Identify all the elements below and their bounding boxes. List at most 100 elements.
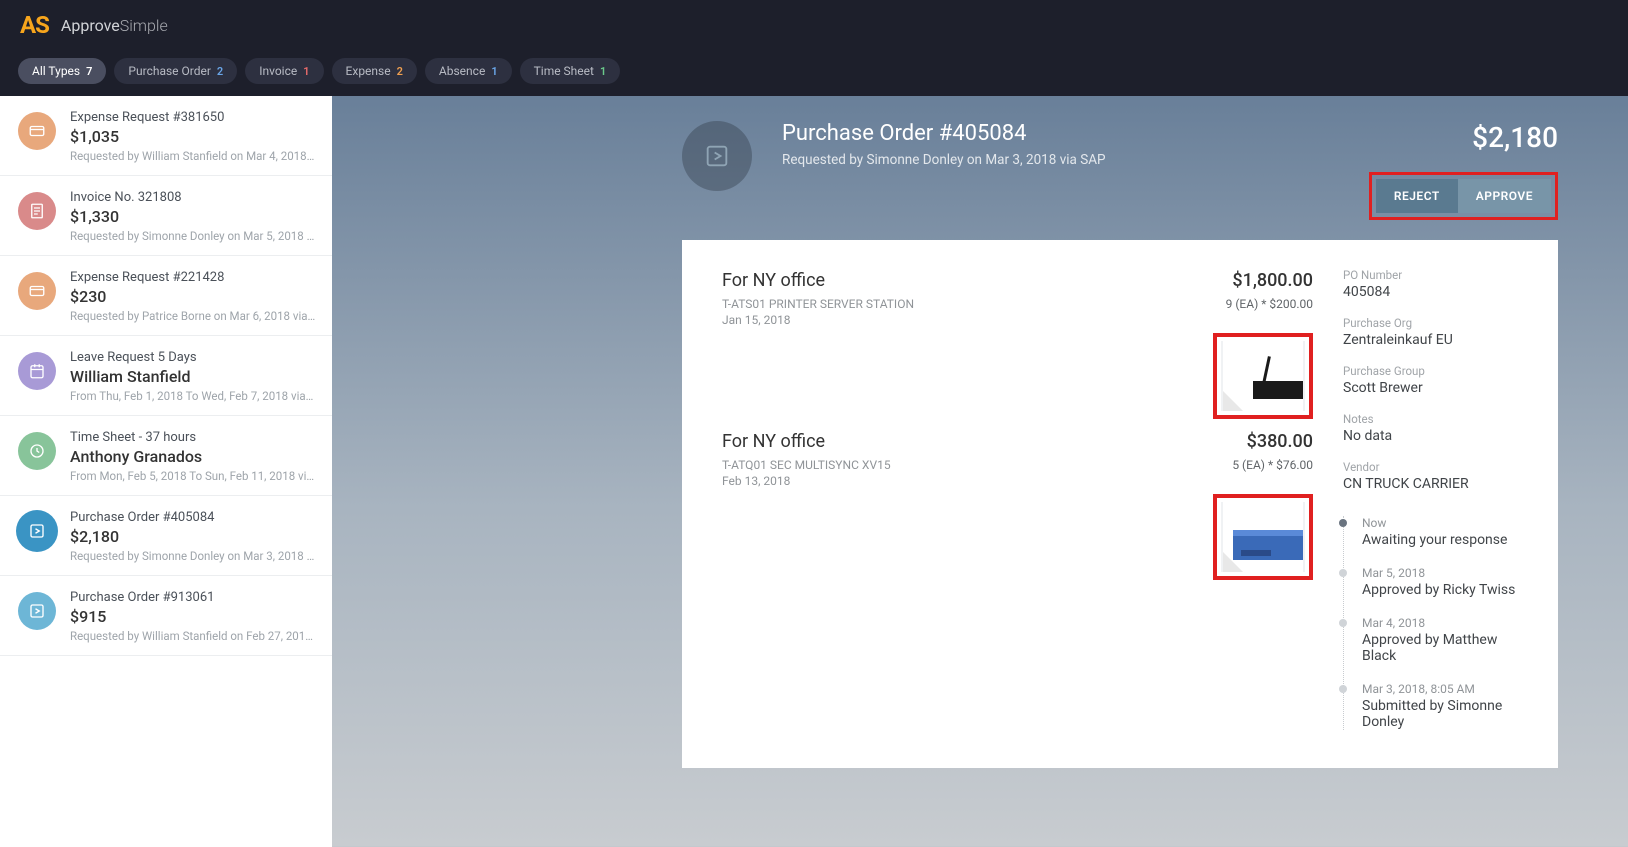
list-item-title: Expense Request #381650: [70, 110, 316, 125]
filter-chip-invoice[interactable]: Invoice1: [245, 58, 323, 84]
line-calc: 9 (EA) * $200.00: [1226, 297, 1313, 327]
top-bar: AS ApproveSimple: [0, 0, 1628, 50]
list-item-title: Invoice No. 321808: [70, 190, 316, 205]
filter-chip-all-types[interactable]: All Types 7: [18, 58, 106, 84]
approve-button[interactable]: APPROVE: [1458, 179, 1551, 213]
filter-chip-expense[interactable]: Expense2: [332, 58, 417, 84]
list-item-sub: Requested by Simonne Donley on Mar 3, 20…: [70, 549, 316, 563]
product-image[interactable]: [1221, 502, 1305, 572]
list-item-title: Leave Request 5 Days: [70, 350, 316, 365]
meta-field: Purchase Group Scott Brewer: [1343, 364, 1534, 396]
card-icon: [18, 272, 56, 310]
meta-value: Zentraleinkauf EU: [1343, 332, 1534, 348]
detail-panel: Purchase Order #405084 Requested by Simo…: [332, 96, 1628, 847]
meta-value: No data: [1343, 428, 1534, 444]
timeline: NowAwaiting your response Mar 5, 2018Appr…: [1343, 516, 1534, 730]
detail-type-icon: [682, 121, 752, 191]
line-amount: $1,800.00: [1232, 270, 1313, 291]
list-item-amount: $1,330: [70, 207, 316, 226]
chip-label: Invoice: [259, 64, 297, 78]
list-item-amount: $2,180: [70, 527, 316, 546]
brand-name-a: Approve: [61, 16, 120, 35]
chip-count: 1: [600, 65, 606, 78]
meta-field: Notes No data: [1343, 412, 1534, 444]
meta-label: Notes: [1343, 412, 1534, 426]
list-item[interactable]: Leave Request 5 Days William Stanfield F…: [0, 336, 332, 416]
detail-head-text: Purchase Order #405084 Requested by Simo…: [782, 121, 1339, 168]
meta-label: Purchase Org: [1343, 316, 1534, 330]
list-item-amount: Anthony Granados: [70, 447, 316, 466]
line-date: Jan 15, 2018: [722, 313, 914, 327]
brand-name-b: Simple: [120, 16, 168, 35]
chip-label: All Types: [32, 64, 80, 78]
chip-label: Absence: [439, 64, 485, 78]
reject-button[interactable]: REJECT: [1376, 179, 1458, 213]
chip-label: Expense: [346, 64, 391, 78]
detail-subtitle: Requested by Simonne Donley on Mar 3, 20…: [782, 152, 1339, 168]
timeline-text: Submitted by Simonne Donley: [1362, 698, 1534, 730]
timeline-item: Mar 5, 2018Approved by Ricky Twiss: [1362, 566, 1534, 598]
filter-chip-absence[interactable]: Absence 1: [425, 58, 512, 84]
meta-value: Scott Brewer: [1343, 380, 1534, 396]
inbox-icon: [18, 592, 56, 630]
chip-label: Purchase Order: [128, 64, 211, 78]
list-item-amount: William Stanfield: [70, 367, 316, 386]
timeline-item: NowAwaiting your response: [1362, 516, 1534, 548]
product-image[interactable]: [1221, 341, 1305, 411]
chip-count: 1: [491, 65, 497, 78]
list-item-amount: $230: [70, 287, 316, 306]
meta-field: Vendor CN TRUCK CARRIER: [1343, 460, 1534, 492]
list-item-text: Expense Request #221428 $230 Requested b…: [70, 270, 316, 323]
line-thumbnail-highlight: [1213, 333, 1313, 419]
timeline-item: Mar 3, 2018, 8:05 AM Submitted by Simonne…: [1362, 682, 1534, 730]
list-item[interactable]: Expense Request #221428 $230 Requested b…: [0, 256, 332, 336]
list-item[interactable]: Purchase Order #913061 $915 Requested by…: [0, 576, 332, 656]
line-calc: 5 (EA) * $76.00: [1232, 458, 1313, 488]
line-item: For NY office $380.00 T-ATQ01 SEC MULTIS…: [722, 431, 1313, 580]
list-item-title: Time Sheet - 37 hours: [70, 430, 316, 445]
line-title: For NY office: [722, 431, 825, 452]
brand-name: ApproveSimple: [61, 16, 168, 35]
list-item-title: Purchase Order #913061: [70, 590, 316, 605]
request-list: Expense Request #381650 $1,035 Requested…: [0, 96, 332, 847]
timeline-text: Awaiting your response: [1362, 532, 1534, 548]
meta-field: PO Number405084: [1343, 268, 1534, 300]
list-item-text: Leave Request 5 Days William Stanfield F…: [70, 350, 316, 403]
line-title: For NY office: [722, 270, 825, 291]
list-item[interactable]: Time Sheet - 37 hours Anthony Granados F…: [0, 416, 332, 496]
list-item-sub: Requested by Patrice Borne on Mar 6, 201…: [70, 309, 316, 323]
list-item-amount: $915: [70, 607, 316, 626]
meta-field: Purchase Org Zentraleinkauf EU: [1343, 316, 1534, 348]
list-item[interactable]: Invoice No. 321808 $1,330 Requested by S…: [0, 176, 332, 256]
detail-head-right: $2,180 REJECT APPROVE: [1369, 121, 1558, 220]
list-item-text: Time Sheet - 37 hours Anthony Granados F…: [70, 430, 316, 483]
list-item-sub: From Mon, Feb 5, 2018 To Sun, Feb 11, 20…: [70, 469, 316, 483]
clock-icon: [18, 432, 56, 470]
list-item[interactable]: Purchase Order #405084 $2,180 Requested …: [0, 496, 332, 576]
doc-icon: [18, 192, 56, 230]
meta-label: Vendor: [1343, 460, 1534, 474]
line-date: Feb 13, 2018: [722, 474, 891, 488]
meta-value: 405084: [1343, 284, 1534, 300]
chip-count: 2: [217, 65, 223, 78]
timeline-date: Mar 3, 2018, 8:05 AM: [1362, 682, 1534, 696]
list-item-title: Purchase Order #405084: [70, 510, 316, 525]
line-thumbnail-highlight: [1213, 494, 1313, 580]
detail-header: Purchase Order #405084 Requested by Simo…: [682, 121, 1558, 220]
timeline-date: Mar 4, 2018: [1362, 616, 1534, 630]
timeline-text: Approved by Ricky Twiss: [1362, 582, 1534, 598]
meta-label: Purchase Group: [1343, 364, 1534, 378]
list-item-text: Invoice No. 321808 $1,330 Requested by S…: [70, 190, 316, 243]
list-item-text: Purchase Order #405084 $2,180 Requested …: [70, 510, 316, 563]
detail-card: For NY office $1,800.00 T-ATS01 PRINTER …: [682, 240, 1558, 768]
main-area: Expense Request #381650 $1,035 Requested…: [0, 96, 1628, 847]
list-item-title: Expense Request #221428: [70, 270, 316, 285]
filter-chip-time-sheet[interactable]: Time Sheet1: [520, 58, 621, 84]
meta-value: CN TRUCK CARRIER: [1343, 476, 1534, 492]
filter-chip-purchase-order[interactable]: Purchase Order 2: [114, 58, 237, 84]
detail-amount: $2,180: [1369, 121, 1558, 154]
inbox-icon: [18, 512, 56, 550]
chip-count: 7: [86, 65, 92, 78]
card-icon: [18, 112, 56, 150]
list-item[interactable]: Expense Request #381650 $1,035 Requested…: [0, 96, 332, 176]
